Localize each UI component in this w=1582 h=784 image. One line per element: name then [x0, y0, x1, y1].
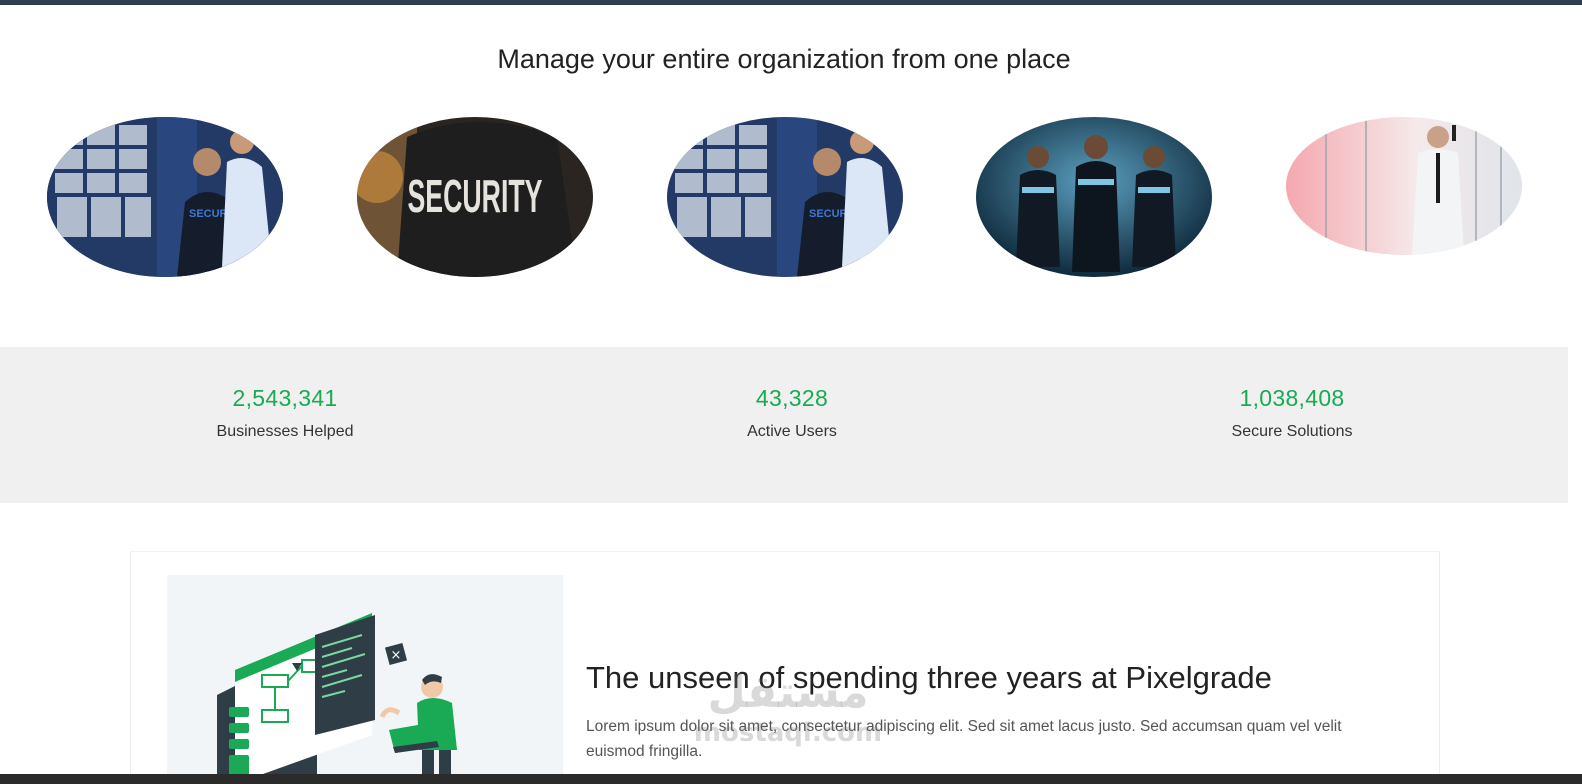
- stat-active-users: 43,328 Active Users: [642, 385, 942, 441]
- gallery-image-guard-radio[interactable]: [1286, 117, 1522, 255]
- gallery-image-guards-team[interactable]: [976, 117, 1212, 277]
- gallery-image-control-room[interactable]: SECURITY: [47, 117, 283, 277]
- image-gallery: SECURITY SECURITY SECURITY: [0, 117, 1568, 279]
- stat-value: 43,328: [755, 385, 829, 411]
- stat-label: Secure Solutions: [1231, 423, 1353, 440]
- top-bar: [0, 0, 1582, 5]
- bottom-edge: [0, 774, 1582, 784]
- stat-label: Businesses Helped: [216, 423, 354, 440]
- svg-text:×: ×: [391, 648, 402, 663]
- stat-value: 1,038,408: [1239, 385, 1345, 411]
- gallery-image-security-jacket[interactable]: SECURITY: [357, 117, 593, 277]
- stat-secure-solutions: 1,038,408 Secure Solutions: [1142, 385, 1442, 441]
- article-title[interactable]: The unseen of spending three years at Pi…: [586, 660, 1272, 696]
- article-excerpt: Lorem ipsum dolor sit amet, consectetur …: [586, 718, 1342, 760]
- section-title: Manage your entire organization from one…: [497, 44, 1071, 74]
- stats-section: 2,543,341 Businesses Helped 43,328 Activ…: [0, 347, 1568, 503]
- stat-businesses-helped: 2,543,341 Businesses Helped: [135, 385, 435, 441]
- stat-label: Active Users: [747, 423, 837, 440]
- gallery-image-control-room-2[interactable]: SECURITY: [667, 117, 903, 277]
- article-illustration: ×: [167, 575, 563, 784]
- svg-text:SECURITY: SECURITY: [408, 170, 543, 222]
- stat-value: 2,543,341: [232, 385, 338, 411]
